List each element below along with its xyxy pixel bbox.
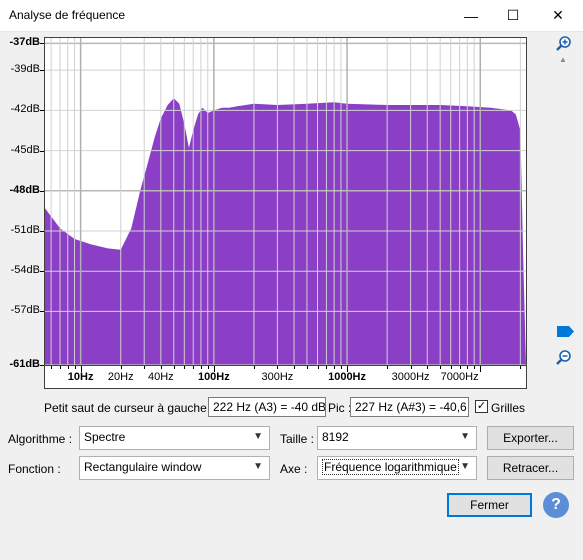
maximize-icon: ☐ [506,7,520,23]
x-tick-label: 300Hz [261,371,294,383]
size-value: 8192 [322,430,349,444]
x-tick-mark [347,366,349,372]
size-select[interactable]: 8192 ▼ [317,426,477,450]
x-tick-mark [474,366,476,369]
algorithm-label: Algorithme : [8,432,73,446]
x-tick-mark [334,366,336,369]
x-tick-mark [173,366,175,369]
x-tick-mark [277,366,279,369]
peak-value-field[interactable]: 227 Hz (A#3) = -40,6 d [350,397,469,417]
size-label: Taille : [280,432,315,446]
y-tick-label: -42dB [10,103,40,116]
x-tick-mark [410,366,412,369]
scroll-up-icon[interactable]: ▲ [559,55,567,64]
function-label: Fonction : [8,462,61,476]
minimize-icon: — [464,7,478,24]
x-tick-mark [193,366,195,369]
x-tick-mark [74,366,76,369]
x-tick-mark [120,366,122,369]
x-tick-label: 100Hz [197,371,230,383]
peak-label: Pic : [328,401,352,415]
y-tick-label: -61dB [9,358,40,370]
x-tick-mark [326,366,328,369]
x-tick-mark [67,366,69,369]
axis-select[interactable]: Fréquence logarithmique ▼ [317,456,477,480]
x-tick-label: 7000Hz [440,371,479,383]
replot-button-label: Retracer... [502,461,559,475]
x-tick-mark [160,366,162,369]
y-tick-label: -57dB [10,304,40,317]
maximize-button[interactable]: ☐ [493,0,533,31]
help-button[interactable]: ? [543,492,569,518]
grids-label: Grilles [491,401,526,415]
function-select[interactable]: Rectangulaire window ▼ [79,456,270,480]
cursor-value-field[interactable]: 222 Hz (A3) = -40 dB [208,397,326,417]
spectrum-area [45,98,526,365]
axis-value: Fréquence logarithmique [322,459,459,475]
zoom-in-icon [556,36,571,51]
x-tick-mark [306,366,308,369]
x-tick-mark [427,366,429,369]
function-value: Rectangulaire window [84,460,202,474]
chevron-down-icon: ▼ [460,461,470,472]
export-button[interactable]: Exporter... [487,426,574,450]
axis-label: Axe : [280,462,308,476]
x-tick-mark [60,366,61,369]
x-tick-label: 20Hz [107,371,134,383]
x-tick-label: 10Hz [67,371,94,383]
x-tick-mark [450,366,452,369]
y-tick-label: -45dB [10,143,40,156]
x-tick-label: 40Hz [147,371,174,383]
window-title: Analyse de fréquence [9,8,126,22]
zoom-out-button[interactable] [556,350,572,366]
y-tick-label: -54dB [10,264,40,277]
y-tick-label: -48dB [9,183,40,196]
x-tick-mark [144,366,146,369]
x-tick-mark [80,366,82,372]
x-tick-mark [207,366,209,369]
x-tick-mark [467,366,469,369]
replot-button[interactable]: Retracer... [487,456,574,480]
x-tick-mark [213,366,215,372]
minimize-button[interactable]: — [451,0,491,31]
x-tick-mark [51,366,53,369]
export-button-label: Exporter... [503,431,558,445]
algorithm-value: Spectre [84,430,126,444]
close-button[interactable]: Fermer [447,493,532,517]
grids-checkbox[interactable]: ✓ [475,400,488,413]
cursor-label: Petit saut de curseur à gauche : [44,401,214,415]
zoom-out-icon [556,350,571,365]
x-tick-mark [480,366,482,372]
y-tick-label: -37dB [9,36,40,49]
chevron-down-icon: ▼ [253,461,263,472]
checkmark-icon: ✓ [476,400,487,412]
y-tick-label: -51dB [10,223,40,236]
zoom-slider-track[interactable] [556,52,571,350]
x-tick-mark [459,366,461,369]
title-bar: Analyse de fréquence — ☐ ✕ [0,0,583,31]
help-icon: ? [551,496,561,513]
close-window-button[interactable]: ✕ [538,0,578,31]
x-tick-mark [317,366,319,369]
chevron-down-icon: ▼ [460,431,470,442]
x-tick-mark [440,366,442,369]
y-tick-label: -39dB [10,63,40,76]
algorithm-select[interactable]: Spectre ▼ [79,426,270,450]
x-tick-mark [200,366,202,369]
x-tick-mark [184,366,186,369]
x-tick-mark [387,366,389,369]
x-tick-mark [294,366,296,369]
close-button-label: Fermer [470,498,509,512]
spectrum-chart[interactable] [45,38,526,365]
chevron-down-icon: ▼ [253,431,263,442]
x-tick-label: 1000Hz [328,371,367,383]
zoom-in-button[interactable] [556,36,572,52]
x-tick-mark [520,366,522,369]
x-tick-mark [340,366,342,369]
close-icon: ✕ [552,7,564,23]
x-tick-mark [253,366,255,369]
x-tick-label: 3000Hz [391,371,430,383]
